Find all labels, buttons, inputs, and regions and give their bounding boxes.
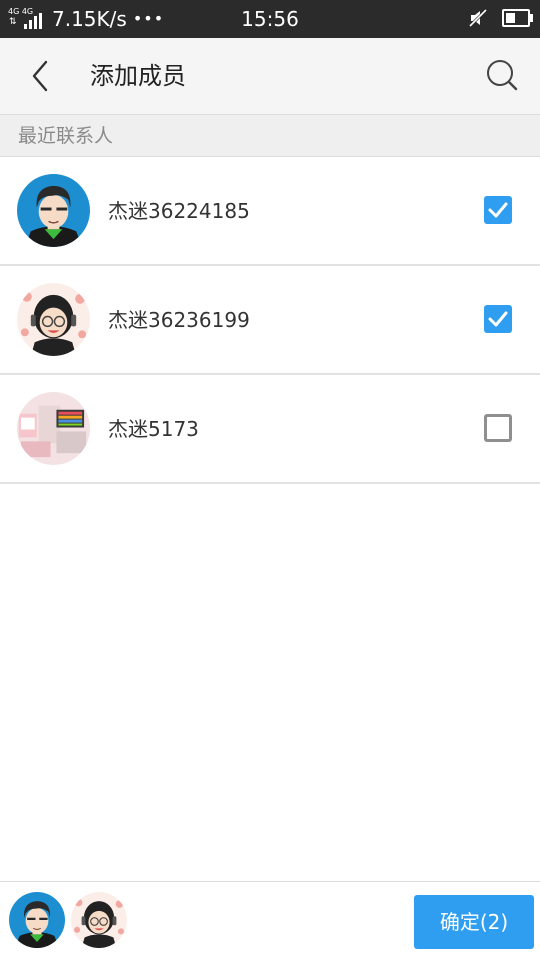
- contact-checkbox[interactable]: [484, 196, 512, 224]
- checkmark-icon: [488, 311, 508, 327]
- page-title: 添加成员: [90, 62, 186, 90]
- contact-row[interactable]: 杰迷36236199: [0, 266, 540, 375]
- battery-fill: [506, 13, 515, 23]
- mute-icon: [468, 8, 488, 28]
- app-header: 添加成员: [0, 38, 540, 115]
- section-title-recent-contacts: 最近联系人: [18, 125, 114, 147]
- selected-avatar-boy[interactable]: [9, 892, 65, 948]
- screen: 4G 4G ⇅ 7.15K/s ••• 15:56 添加成员 最近联系人 杰迷3…: [0, 0, 540, 960]
- bottom-bar: 确定(2): [0, 881, 540, 960]
- contact-row[interactable]: 杰迷36224185: [0, 157, 540, 266]
- status-bar: 4G 4G ⇅ 7.15K/s ••• 15:56: [0, 0, 540, 38]
- contact-name: 杰迷36224185: [108, 199, 250, 223]
- selected-avatar-girl[interactable]: [71, 892, 127, 948]
- chevron-left-icon: [32, 60, 48, 92]
- girl-cartoon-avatar: [17, 283, 90, 356]
- photo-avatar: [17, 392, 90, 465]
- battery-icon: [502, 9, 533, 27]
- clock: 15:56: [241, 7, 299, 31]
- back-button[interactable]: [20, 56, 60, 96]
- section-header: 最近联系人: [0, 115, 540, 157]
- contact-name: 杰迷5173: [108, 417, 199, 441]
- confirm-button[interactable]: 确定(2): [414, 895, 534, 949]
- search-button[interactable]: [482, 56, 522, 96]
- contact-checkbox[interactable]: [484, 305, 512, 333]
- contact-row[interactable]: 杰迷5173: [0, 375, 540, 484]
- search-icon: [487, 60, 518, 91]
- contact-name: 杰迷36236199: [108, 308, 250, 332]
- boy-cartoon-avatar: [17, 174, 90, 247]
- contact-list: 杰迷36224185 杰迷36236199 杰迷5173: [0, 157, 540, 484]
- contact-checkbox[interactable]: [484, 414, 512, 442]
- checkmark-icon: [488, 202, 508, 218]
- status-right: [468, 8, 533, 28]
